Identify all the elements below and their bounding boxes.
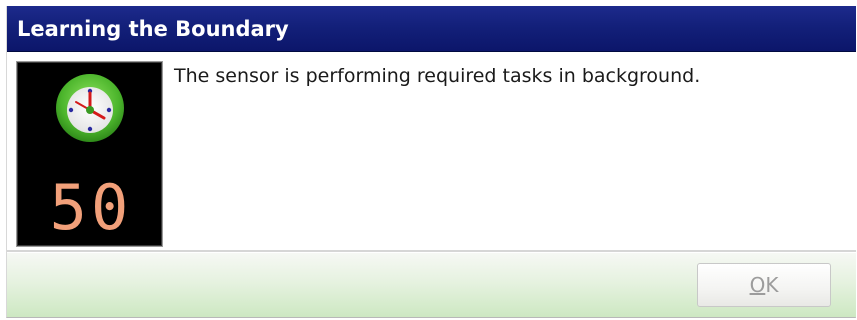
ok-label-rest: K [765,273,779,297]
dialog-footer: OK [7,253,856,317]
ok-mnemonic: O [749,273,766,297]
status-icon-panel: 50 [16,61,163,247]
clock-icon [56,74,124,142]
ok-button-label: OK [750,273,779,297]
dialog-message: The sensor is performing required tasks … [174,65,701,87]
countdown-counter: 50 [50,174,133,236]
counter-value: 50 [50,174,133,236]
title-bar[interactable]: Learning the Boundary [7,6,856,52]
ok-button[interactable]: OK [697,263,831,307]
dialog-window: Learning the Boundary 50 The sensor is p… [6,6,856,318]
dialog-content: 50 The sensor is performing required tas… [7,52,856,250]
dialog-title: Learning the Boundary [17,17,289,41]
